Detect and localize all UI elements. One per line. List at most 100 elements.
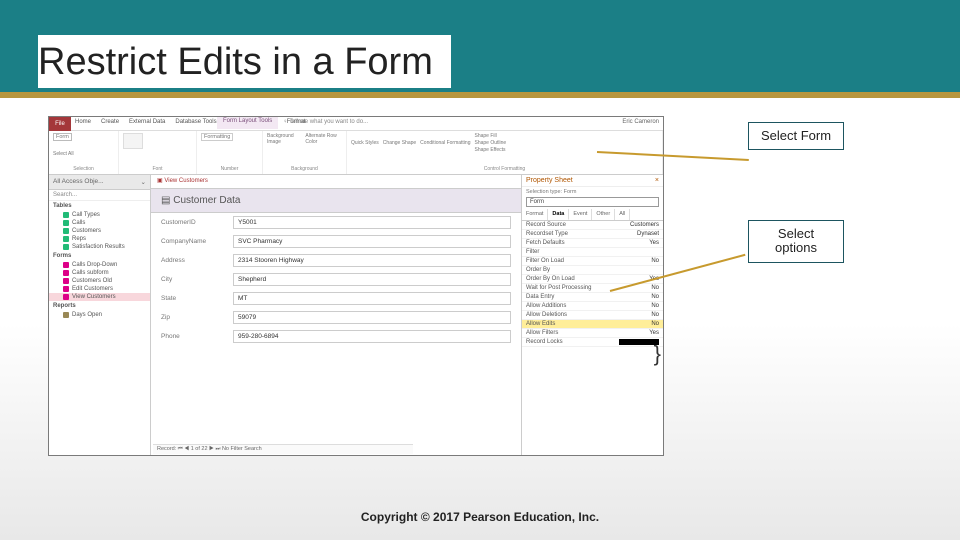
- quick-styles-button[interactable]: Quick Styles: [351, 140, 379, 146]
- select-all-button[interactable]: Select All: [53, 151, 114, 157]
- input-state[interactable]: MT: [233, 292, 511, 305]
- prop-wait-post[interactable]: Wait for Post ProcessingNo: [522, 284, 663, 293]
- background-image-button[interactable]: Background Image: [267, 133, 301, 145]
- callout-select-options: Select options: [748, 220, 844, 263]
- tab-external[interactable]: External Data: [129, 119, 165, 125]
- prop-filter-on-load[interactable]: Filter On LoadNo: [522, 257, 663, 266]
- prop-allow-additions[interactable]: Allow AdditionsNo: [522, 302, 663, 311]
- prop-fetch-defaults[interactable]: Fetch DefaultsYes: [522, 239, 663, 248]
- stage: File Home Create External Data Database …: [0, 98, 960, 478]
- input-zip[interactable]: 59079: [233, 311, 511, 324]
- change-shape-button[interactable]: Change Shape: [383, 140, 416, 146]
- ptab-data[interactable]: Data: [548, 209, 569, 220]
- form-area: ▣ View Customers ▤ Customer Data Custome…: [151, 175, 521, 455]
- nav-table-calls[interactable]: Calls: [49, 219, 150, 227]
- ribbon-tabstrip: File Home Create External Data Database …: [49, 117, 663, 131]
- field-customerid: CustomerIDY5001: [151, 213, 521, 232]
- prop-allow-filters[interactable]: Allow FiltersYes: [522, 329, 663, 338]
- property-sheet-selector[interactable]: Form: [526, 197, 659, 207]
- form-tab[interactable]: ▣ View Customers: [151, 175, 521, 189]
- slide-title: Restrict Edits in a Form: [38, 35, 451, 88]
- title-bar: Restrict Edits in a Form: [0, 0, 960, 92]
- tell-me[interactable]: ♀ Tell me what you want to do...: [283, 119, 368, 125]
- ptab-event[interactable]: Event: [569, 209, 592, 220]
- chevron-down-icon[interactable]: ⌄: [141, 178, 146, 186]
- nav-form-calls-dropdown[interactable]: Calls Drop-Down: [49, 261, 150, 269]
- ptab-format[interactable]: Format: [522, 209, 548, 220]
- nav-header[interactable]: All Access Obje...⌄: [49, 175, 150, 190]
- nav-table-reps[interactable]: Reps: [49, 235, 150, 243]
- file-tab[interactable]: File: [49, 117, 71, 131]
- access-screenshot: File Home Create External Data Database …: [48, 116, 664, 456]
- nav-section-reports[interactable]: Reports: [49, 301, 150, 311]
- nav-report-days-open[interactable]: Days Open: [49, 311, 150, 319]
- signed-in-user: Eric Cameron: [622, 119, 659, 125]
- prop-allow-deletions[interactable]: Allow DeletionsNo: [522, 311, 663, 320]
- ribbon-group-number: Formatting Number: [197, 131, 263, 174]
- nav-table-satisfaction[interactable]: Satisfaction Results: [49, 243, 150, 251]
- field-address: Address2314 Stooren Highway: [151, 251, 521, 270]
- font-controls[interactable]: [123, 133, 143, 149]
- prop-filter[interactable]: Filter: [522, 248, 663, 257]
- record-navigator[interactable]: Record: ⏮ ◀ 1 of 22 ▶ ⏭ No Filter Search: [153, 444, 413, 454]
- field-zip: Zip59079: [151, 308, 521, 327]
- nav-section-forms[interactable]: Forms: [49, 251, 150, 261]
- form-icon: [63, 278, 69, 284]
- property-sheet: Property Sheet × Selection type: Form Fo…: [521, 175, 663, 455]
- ptab-all[interactable]: All: [615, 209, 630, 220]
- input-address[interactable]: 2314 Stooren Highway: [233, 254, 511, 267]
- nav-form-calls-subform[interactable]: Calls subform: [49, 269, 150, 277]
- tab-home[interactable]: Home: [75, 119, 91, 125]
- alt-row-color-button[interactable]: Alternate Row Color: [305, 133, 342, 145]
- table-icon: [63, 244, 69, 250]
- selection-combo[interactable]: Form: [53, 133, 72, 141]
- ribbon-group-font: Font: [119, 131, 197, 174]
- shape-effects-button[interactable]: Shape Effects: [474, 147, 506, 153]
- table-icon: [63, 228, 69, 234]
- form-icon: [63, 286, 69, 292]
- input-customerid[interactable]: Y5001: [233, 216, 511, 229]
- tab-dbtools[interactable]: Database Tools: [175, 119, 216, 125]
- prop-allow-edits[interactable]: Allow EditsNo: [522, 320, 663, 329]
- nav-table-calltypes[interactable]: Call Types: [49, 211, 150, 219]
- table-icon: [63, 220, 69, 226]
- context-tab-label: Form Layout Tools: [217, 117, 278, 129]
- nav-section-tables[interactable]: Tables: [49, 201, 150, 211]
- ptab-other[interactable]: Other: [592, 209, 615, 220]
- nav-form-view-customers[interactable]: View Customers: [49, 293, 150, 301]
- callout-select-form: Select Form: [748, 122, 844, 150]
- prop-record-locks[interactable]: Record Locks: [522, 338, 663, 347]
- conditional-formatting-button[interactable]: Conditional Formatting: [420, 140, 470, 146]
- input-phone[interactable]: 959-280-6894: [233, 330, 511, 343]
- field-state: StateMT: [151, 289, 521, 308]
- number-format-combo[interactable]: Formatting: [201, 133, 233, 141]
- shape-fill-button[interactable]: Shape Fill: [474, 133, 506, 139]
- workspace: All Access Obje...⌄ Search... Tables Cal…: [49, 175, 663, 455]
- nav-table-customers[interactable]: Customers: [49, 227, 150, 235]
- report-icon: [63, 312, 69, 318]
- nav-form-customers-old[interactable]: Customers Old: [49, 277, 150, 285]
- input-companyname[interactable]: SVC Pharmacy: [233, 235, 511, 248]
- property-tabs: Format Data Event Other All: [522, 209, 663, 221]
- prop-data-entry[interactable]: Data EntryNo: [522, 293, 663, 302]
- form-icon: [63, 294, 69, 300]
- nav-search[interactable]: Search...: [49, 190, 150, 201]
- shape-outline-button[interactable]: Shape Outline: [474, 140, 506, 146]
- prop-recordset-type[interactable]: Recordset TypeDynaset: [522, 230, 663, 239]
- prop-order-by[interactable]: Order By: [522, 266, 663, 275]
- property-sheet-subtitle: Selection type: Form: [522, 187, 663, 197]
- nav-form-edit-customers[interactable]: Edit Customers: [49, 285, 150, 293]
- field-phone: Phone959-280-6894: [151, 327, 521, 346]
- document-area: ▣ View Customers ▤ Customer Data Custome…: [151, 175, 663, 455]
- input-city[interactable]: Shepherd: [233, 273, 511, 286]
- tab-create[interactable]: Create: [101, 119, 119, 125]
- ribbon-body: Form Select All Selection Font Formattin…: [49, 131, 663, 175]
- table-icon: [63, 212, 69, 218]
- property-sheet-header: Property Sheet ×: [522, 175, 663, 187]
- form-icon: [63, 262, 69, 268]
- close-icon[interactable]: ×: [655, 177, 659, 184]
- field-companyname: CompanyNameSVC Pharmacy: [151, 232, 521, 251]
- copyright-footer: Copyright © 2017 Pearson Education, Inc.: [0, 510, 960, 524]
- brace-icon: }: [654, 341, 661, 367]
- prop-record-source[interactable]: Record SourceCustomers: [522, 221, 663, 230]
